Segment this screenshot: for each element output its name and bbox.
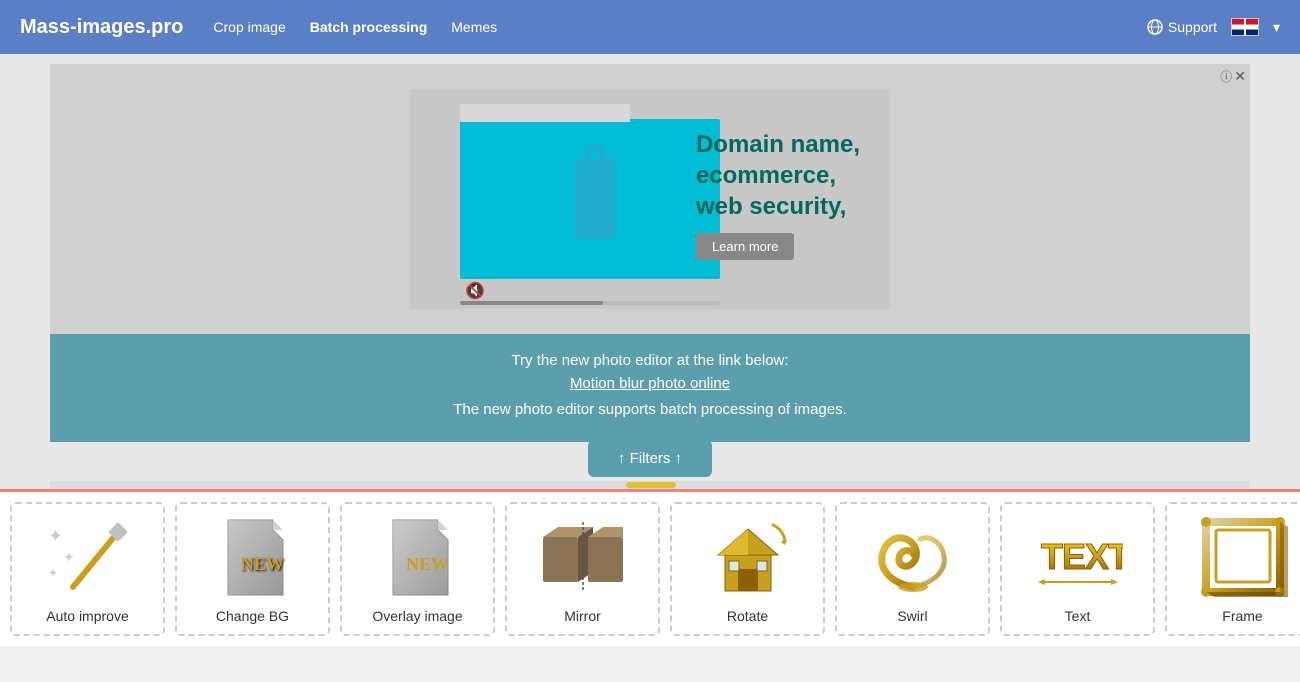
support-link[interactable]: Support: [1147, 19, 1217, 35]
support-label: Support: [1168, 19, 1217, 35]
auto-improve-icon-area: ✦ ✦ ✦: [33, 512, 143, 602]
nav-crop-image[interactable]: Crop image: [213, 19, 285, 35]
tool-swirl[interactable]: Swirl: [835, 502, 990, 636]
svg-text:NEW: NEW: [241, 554, 284, 574]
tool-text[interactable]: TEXT Text: [1000, 502, 1155, 636]
nav-memes[interactable]: Memes: [451, 19, 497, 35]
mirror-icon: [538, 517, 628, 597]
swirl-icon: [868, 517, 958, 597]
ad-close-button[interactable]: ✕: [1234, 68, 1246, 85]
info-banner: Try the new photo editor at the link bel…: [50, 334, 1250, 442]
tool-auto-improve[interactable]: ✦ ✦ ✦ Auto improve: [10, 502, 165, 636]
tool-swirl-label: Swirl: [897, 608, 927, 624]
rotate-icon-area: [693, 512, 803, 602]
svg-text:✦: ✦: [48, 566, 58, 580]
tool-rotate-label: Rotate: [727, 608, 768, 624]
navbar: Mass-images.pro Crop image Batch process…: [0, 0, 1300, 54]
ad-info-icon[interactable]: ⓘ: [1220, 68, 1232, 85]
tool-text-label: Text: [1065, 608, 1091, 624]
info-line2: The new photo editor supports batch proc…: [70, 401, 1230, 418]
scroll-bar[interactable]: [50, 481, 1250, 489]
navbar-right: Support ▾: [1147, 18, 1280, 36]
language-dropdown-icon[interactable]: ▾: [1273, 19, 1280, 36]
info-link[interactable]: Motion blur photo online: [570, 375, 730, 392]
text-tool-icon: TEXT: [1033, 517, 1123, 597]
swirl-icon-area: [858, 512, 968, 602]
tool-frame-label: Frame: [1222, 608, 1262, 624]
tool-mirror[interactable]: Mirror: [505, 502, 660, 636]
main-content: Domain name,ecommerce,web security, Lear…: [0, 54, 1300, 646]
nav-batch-processing[interactable]: Batch processing: [310, 19, 427, 35]
change-bg-icon-area: NEW: [198, 512, 308, 602]
ad-text: Domain name,ecommerce,web security, Lear…: [696, 129, 860, 260]
svg-text:TEXT: TEXT: [1041, 536, 1123, 577]
svg-text:✦: ✦: [63, 549, 75, 565]
svg-text:NEW: NEW: [406, 554, 449, 574]
tool-rotate[interactable]: Rotate: [670, 502, 825, 636]
ad-headline: Domain name,ecommerce,web security,: [696, 129, 860, 223]
rotate-icon: [703, 517, 793, 597]
filters-button[interactable]: ↑ Filters ↑: [588, 440, 712, 477]
tool-auto-improve-label: Auto improve: [46, 608, 128, 624]
svg-text:✦: ✦: [48, 526, 63, 546]
change-bg-icon: NEW: [208, 515, 298, 600]
tool-overlay-image[interactable]: NEW Overlay image: [340, 502, 495, 636]
tools-row: ✦ ✦ ✦ Auto improve: [0, 489, 1300, 646]
tool-mirror-label: Mirror: [564, 608, 601, 624]
tool-change-bg-label: Change BG: [216, 608, 289, 624]
globe-icon: [1147, 19, 1163, 35]
mirror-icon-area: [528, 512, 638, 602]
frame-icon: [1198, 517, 1288, 597]
tool-overlay-label: Overlay image: [372, 608, 462, 624]
overlay-icon-area: NEW: [363, 512, 473, 602]
ad-banner: Domain name,ecommerce,web security, Lear…: [50, 64, 1250, 334]
mute-icon[interactable]: 🔇: [465, 281, 485, 301]
brand-logo[interactable]: Mass-images.pro: [20, 16, 183, 39]
info-line1: Try the new photo editor at the link bel…: [70, 352, 1230, 369]
ad-close-area: ⓘ ✕: [1220, 68, 1246, 85]
filters-row: ↑ Filters ↑: [50, 440, 1250, 477]
scroll-thumb: [626, 482, 676, 488]
tool-change-bg[interactable]: NEW Change BG: [175, 502, 330, 636]
language-flag[interactable]: [1231, 18, 1259, 36]
ad-learn-more-button[interactable]: Learn more: [696, 233, 794, 260]
overlay-icon: NEW: [373, 515, 463, 600]
nav-links: Crop image Batch processing Memes: [213, 19, 1117, 35]
tool-frame[interactable]: Frame: [1165, 502, 1300, 636]
text-icon-area: TEXT: [1023, 512, 1133, 602]
wand-icon: ✦ ✦ ✦: [43, 517, 133, 597]
frame-icon-area: [1188, 512, 1298, 602]
